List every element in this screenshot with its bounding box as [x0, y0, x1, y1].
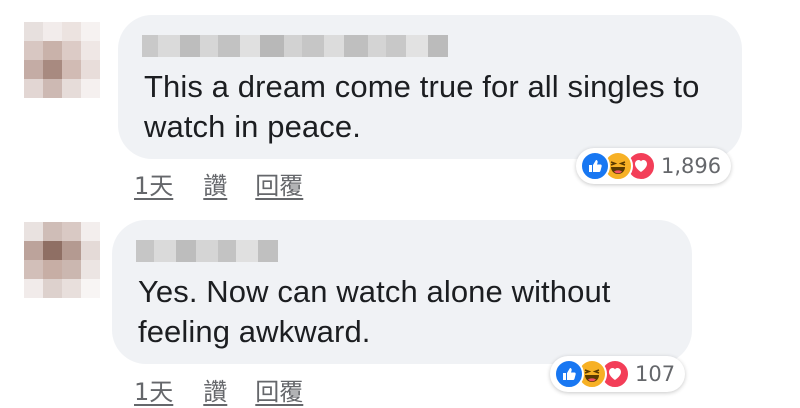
like-link[interactable]: 讚	[203, 166, 227, 201]
comment-actions: 1天 讚 回覆	[134, 166, 303, 201]
reaction-count: 1,896	[661, 154, 722, 178]
reactions-summary[interactable]: 1,896	[576, 148, 732, 184]
comment-bubble: Yes. Now can watch alone without feeling…	[112, 220, 692, 364]
timestamp-link[interactable]: 1天	[134, 372, 173, 407]
avatar[interactable]	[24, 22, 100, 98]
like-icon	[554, 359, 584, 389]
timestamp-link[interactable]: 1天	[134, 166, 173, 201]
like-icon	[580, 151, 610, 181]
comment-bubble: This a dream come true for all singles t…	[118, 15, 742, 159]
commenter-name[interactable]	[136, 240, 278, 262]
comment-text: Yes. Now can watch alone without feeling…	[138, 274, 611, 349]
like-link[interactable]: 讚	[203, 372, 227, 407]
reply-link[interactable]: 回覆	[255, 166, 303, 201]
commenter-name[interactable]	[142, 35, 448, 57]
comment-actions: 1天 讚 回覆	[134, 372, 303, 407]
reaction-count: 107	[635, 362, 676, 386]
avatar[interactable]	[24, 222, 100, 298]
reactions-summary[interactable]: 107	[550, 356, 686, 392]
comment-text: This a dream come true for all singles t…	[144, 69, 700, 144]
reply-link[interactable]: 回覆	[255, 372, 303, 407]
